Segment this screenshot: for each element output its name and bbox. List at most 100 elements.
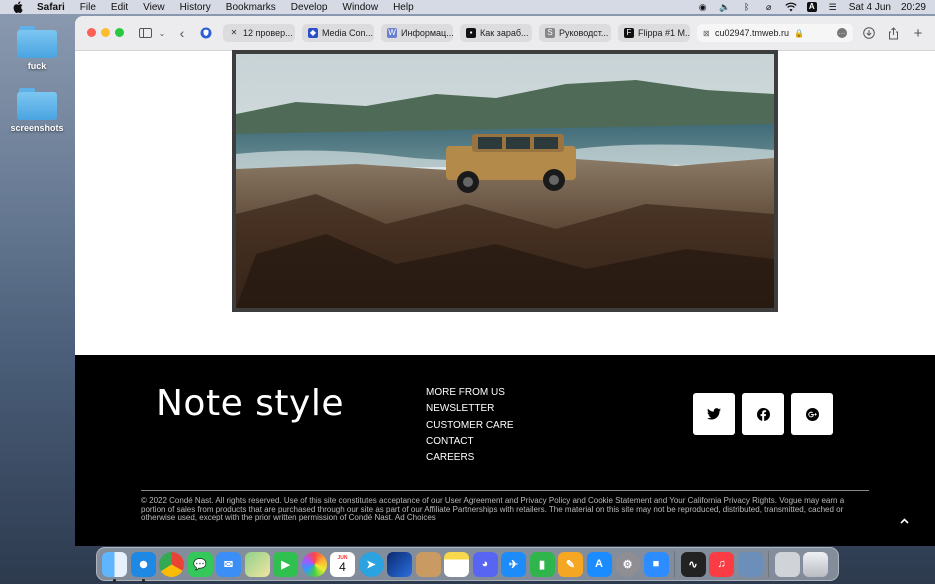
- sidebar-toggle-icon[interactable]: [138, 25, 152, 41]
- vpn-status-icon[interactable]: ◉: [697, 2, 709, 12]
- footer-legal-text: © 2022 Condé Nast. All rights reserved. …: [141, 496, 845, 522]
- testflight-icon[interactable]: ✈: [501, 551, 526, 577]
- folder-icon: [17, 26, 57, 58]
- footer-divider: [141, 490, 869, 491]
- desktop-folder-label: screenshots: [10, 123, 64, 133]
- pages-icon[interactable]: ✎: [558, 551, 583, 577]
- google-plus-icon: [805, 407, 819, 421]
- menu-edit[interactable]: Edit: [111, 2, 128, 13]
- menu-bookmarks[interactable]: Bookmarks: [226, 2, 276, 13]
- minimize-window-button[interactable]: [101, 28, 110, 37]
- tab-1[interactable]: ✕ 12 провер...: [223, 24, 295, 42]
- maps-icon[interactable]: [244, 551, 270, 577]
- menu-safari[interactable]: Safari: [37, 2, 65, 13]
- safari-window: ⌄ ‹ ✕ 12 провер... ◆ Media Con... W Инфо…: [75, 16, 935, 546]
- download-icon[interactable]: [862, 25, 876, 41]
- system-preferences-icon[interactable]: ⚙: [615, 551, 640, 577]
- chrome-icon[interactable]: [159, 551, 184, 577]
- wifi-icon[interactable]: [785, 2, 797, 12]
- menubar-time[interactable]: 20:29: [901, 2, 926, 13]
- tab-label: 12 провер...: [243, 28, 293, 38]
- keyboard-input-icon[interactable]: A: [806, 2, 817, 12]
- menu-file[interactable]: File: [80, 2, 96, 13]
- menu-window[interactable]: Window: [343, 2, 379, 13]
- menu-develop[interactable]: Develop: [291, 2, 328, 13]
- footer-link-contact[interactable]: CONTACT: [426, 434, 514, 450]
- contacts-icon[interactable]: [415, 551, 441, 577]
- trash-icon[interactable]: [803, 551, 828, 577]
- calendar-icon[interactable]: JUN 4: [330, 551, 355, 577]
- music-icon[interactable]: ♫: [709, 551, 734, 577]
- menubar-date[interactable]: Sat 4 Jun: [849, 2, 891, 13]
- tab-5[interactable]: S Руководст...: [539, 24, 611, 42]
- chevron-down-icon[interactable]: ⌄: [157, 25, 167, 41]
- app-store-icon[interactable]: A: [586, 551, 612, 577]
- back-to-top-icon[interactable]: [900, 515, 909, 527]
- tab-label: Информац...: [401, 28, 453, 38]
- control-center-icon[interactable]: ☰: [827, 2, 839, 12]
- media-icon: ◆: [308, 28, 318, 38]
- footer-link-more-from-us[interactable]: MORE FROM US: [426, 385, 514, 401]
- footer-link-customer-care[interactable]: CUSTOMER CARE: [426, 418, 514, 434]
- vpn-app-icon[interactable]: [387, 551, 412, 577]
- preview-icon[interactable]: [737, 551, 763, 577]
- back-arrow-icon[interactable]: ‹: [176, 25, 188, 41]
- dock: 💬 ✉ ▶ JUN 4 ➤ ◕ ✈ ▮ ✎ A ⚙ ■ ∿ ♫: [96, 547, 839, 582]
- finder-icon[interactable]: [102, 551, 127, 582]
- browser-toolbar: ⌄ ‹ ✕ 12 провер... ◆ Media Con... W Инфо…: [75, 16, 935, 51]
- footer-link-careers[interactable]: CAREERS: [426, 450, 514, 466]
- tab-4[interactable]: ▪ Как зараб...: [460, 24, 532, 42]
- web-page: Note style MORE FROM US NEWSLETTER CUSTO…: [75, 50, 935, 546]
- tab-2[interactable]: ◆ Media Con...: [302, 24, 374, 42]
- new-tab-icon[interactable]: +: [911, 25, 925, 42]
- close-window-button[interactable]: [87, 28, 96, 37]
- bluetooth-icon[interactable]: ᛒ: [741, 2, 753, 12]
- desktop-folder-screenshots[interactable]: screenshots: [7, 88, 67, 133]
- close-icon[interactable]: ⊠: [703, 29, 710, 38]
- folder-icon: [17, 88, 57, 120]
- apple-menu-icon[interactable]: [11, 0, 25, 14]
- messages-icon[interactable]: 💬: [187, 551, 213, 577]
- tab-label: Как зараб...: [480, 28, 529, 38]
- activity-monitor-icon[interactable]: ∿: [680, 551, 706, 577]
- photos-icon[interactable]: [301, 551, 327, 577]
- wiki-icon: W: [387, 28, 397, 38]
- privacy-shield-icon[interactable]: [199, 25, 213, 41]
- google-plus-button[interactable]: [791, 393, 833, 435]
- discord-icon[interactable]: ◕: [472, 551, 498, 577]
- facebook-button[interactable]: [742, 393, 784, 435]
- site-footer: Note style MORE FROM US NEWSLETTER CUSTO…: [75, 355, 935, 546]
- hero-image: [232, 50, 778, 312]
- notes-icon[interactable]: [444, 551, 469, 577]
- safari-icon[interactable]: [130, 551, 156, 582]
- mail-icon[interactable]: ✉: [216, 551, 241, 577]
- share-icon[interactable]: [886, 25, 900, 41]
- zoom-window-button[interactable]: [115, 28, 124, 37]
- tab-3[interactable]: W Информац...: [381, 24, 453, 42]
- zoom-icon[interactable]: ■: [643, 551, 669, 577]
- twitter-icon: [707, 408, 721, 420]
- image-capture-icon[interactable]: [774, 551, 800, 577]
- telegram-icon[interactable]: ➤: [358, 551, 384, 577]
- menu-bar: Safari File Edit View History Bookmarks …: [0, 0, 935, 14]
- volume-icon[interactable]: 🔈: [719, 2, 731, 12]
- desktop-folder-fuck[interactable]: fuck: [7, 26, 67, 71]
- numbers-icon[interactable]: ▮: [529, 551, 555, 577]
- calendar-day: 4: [339, 559, 346, 574]
- footer-brand[interactable]: Note style: [156, 383, 344, 424]
- footer-link-newsletter[interactable]: NEWSLETTER: [426, 401, 514, 417]
- menu-help[interactable]: Help: [393, 2, 414, 13]
- facebook-icon: [756, 407, 770, 421]
- facetime-icon[interactable]: ▶: [273, 551, 298, 577]
- vc-icon: ▪: [466, 28, 476, 38]
- tab-active[interactable]: ⊠ cu02947.tmweb.ru 🔒 …: [697, 24, 853, 42]
- menu-view[interactable]: View: [143, 2, 165, 13]
- dock-separator: [674, 551, 675, 577]
- flippa-icon: F: [624, 28, 634, 38]
- desktop-folder-label: fuck: [27, 61, 47, 71]
- more-options-icon[interactable]: …: [837, 28, 847, 38]
- screen-mirroring-icon[interactable]: ⌀: [763, 2, 775, 12]
- menu-history[interactable]: History: [180, 2, 211, 13]
- tab-6[interactable]: F Flippa #1 M...: [618, 24, 690, 42]
- twitter-button[interactable]: [693, 393, 735, 435]
